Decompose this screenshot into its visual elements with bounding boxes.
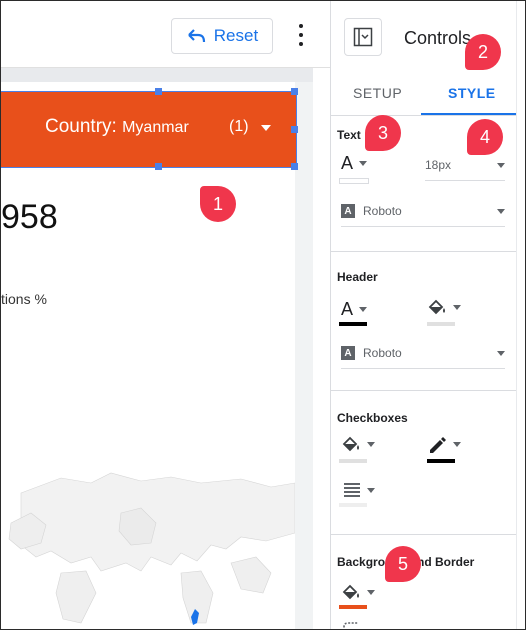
filter-count: (1) bbox=[229, 118, 249, 135]
chevron-down-icon bbox=[453, 304, 461, 310]
corner-radius-icon bbox=[343, 622, 358, 629]
filter-field: Country bbox=[45, 116, 112, 137]
header-style-section: Header A A Roboto bbox=[331, 252, 517, 391]
font-size-value: 18px bbox=[425, 158, 452, 172]
paint-bucket-icon bbox=[342, 584, 359, 600]
background-border-section: Background and Border bbox=[331, 535, 517, 629]
undo-icon bbox=[188, 29, 205, 43]
header-font-underline bbox=[341, 368, 505, 369]
font-color-icon: A bbox=[341, 153, 354, 173]
line-weight-icon bbox=[344, 483, 360, 497]
font-family-underline bbox=[341, 226, 505, 227]
chevron-down-icon bbox=[367, 441, 375, 447]
annotation-marker: 4 bbox=[467, 119, 503, 155]
font-icon: A bbox=[341, 204, 355, 218]
geo-map[interactable] bbox=[1, 453, 295, 629]
header-text-color-swatch bbox=[339, 322, 367, 326]
header-font-family-select[interactable]: A Roboto bbox=[341, 346, 505, 360]
more-options-icon[interactable] bbox=[293, 21, 309, 49]
reset-button[interactable]: Reset bbox=[171, 18, 273, 54]
font-size-underline bbox=[425, 180, 505, 181]
checkbox-line-style-picker[interactable] bbox=[343, 481, 375, 499]
chevron-down-icon bbox=[367, 589, 375, 595]
annotation-marker: 3 bbox=[365, 115, 401, 151]
font-family-select[interactable]: A Roboto bbox=[341, 204, 505, 218]
panel-tabs: SETUP STYLE bbox=[331, 73, 517, 116]
annotation-marker: 5 bbox=[385, 546, 421, 582]
checkboxes-style-section: Checkboxes bbox=[331, 391, 517, 535]
country-filter-control[interactable]: Country: Myanmar (1) bbox=[1, 91, 297, 168]
filter-dropdown-icon bbox=[261, 125, 271, 131]
border-radius-picker[interactable] bbox=[343, 621, 359, 629]
dropdown-control-icon bbox=[353, 27, 373, 47]
background-color-picker[interactable] bbox=[341, 583, 375, 601]
font-icon: A bbox=[341, 346, 355, 360]
checkbox-border-color-picker[interactable] bbox=[427, 435, 461, 453]
annotation-marker: 1 bbox=[200, 186, 236, 222]
resize-handle[interactable] bbox=[291, 88, 298, 95]
header-section-label: Header bbox=[337, 270, 378, 284]
control-type-icon[interactable] bbox=[344, 18, 382, 56]
active-tab-indicator bbox=[421, 113, 517, 115]
text-color-swatch bbox=[339, 178, 369, 184]
text-section-label: Text bbox=[337, 128, 361, 142]
resize-handle[interactable] bbox=[155, 88, 162, 95]
chevron-down-icon bbox=[497, 350, 505, 356]
pen-icon bbox=[430, 437, 446, 453]
resize-handle[interactable] bbox=[155, 163, 162, 170]
chevron-down-icon bbox=[497, 208, 505, 214]
paint-bucket-icon bbox=[342, 436, 359, 452]
chevron-down-icon bbox=[367, 487, 375, 493]
header-fill-color-picker[interactable] bbox=[427, 298, 461, 316]
header-text-color-picker[interactable]: A bbox=[341, 299, 368, 319]
chevron-down-icon bbox=[453, 441, 461, 447]
screenshot-frame: Reset Country: Myanmar (1) 958 tions % C… bbox=[0, 0, 526, 630]
panel-scrollbar[interactable] bbox=[516, 1, 525, 629]
scorecard-label: tions % bbox=[1, 291, 47, 307]
header-font-family-value: Roboto bbox=[363, 346, 402, 360]
filter-value: Myanmar bbox=[122, 119, 189, 136]
annotation-marker: 2 bbox=[465, 34, 501, 70]
panel-title: Controls bbox=[404, 28, 472, 48]
tab-setup[interactable]: SETUP bbox=[353, 85, 402, 101]
font-size-select[interactable]: 18px bbox=[425, 158, 505, 172]
checkboxes-section-label: Checkboxes bbox=[337, 411, 408, 425]
resize-handle[interactable] bbox=[291, 163, 298, 170]
canvas-scrollbar[interactable] bbox=[297, 82, 311, 629]
text-color-picker[interactable]: A bbox=[341, 153, 368, 173]
chevron-down-icon bbox=[359, 306, 368, 312]
filter-label: Country: Myanmar bbox=[45, 116, 189, 137]
world-map-graphic bbox=[1, 453, 295, 629]
resize-handle[interactable] bbox=[291, 126, 298, 133]
checkbox-line-swatch bbox=[339, 503, 367, 507]
header-fill-swatch bbox=[427, 322, 455, 326]
tab-style[interactable]: STYLE bbox=[448, 85, 496, 101]
reset-label: Reset bbox=[213, 26, 259, 45]
properties-panel: Controls SETUP STYLE Text A 18px A Robot… bbox=[330, 1, 517, 629]
checkbox-border-swatch bbox=[427, 459, 455, 463]
font-family-value: Roboto bbox=[363, 204, 402, 218]
scorecard-value: 958 bbox=[1, 198, 58, 236]
font-color-icon: A bbox=[341, 299, 354, 319]
chevron-down-icon bbox=[359, 160, 368, 166]
report-toolbar: Reset bbox=[1, 1, 330, 68]
checkbox-fill-swatch bbox=[339, 459, 367, 463]
chevron-down-icon bbox=[497, 162, 505, 168]
checkbox-fill-color-picker[interactable] bbox=[341, 435, 375, 453]
canvas-top-strip bbox=[1, 68, 313, 82]
background-color-swatch bbox=[339, 605, 367, 609]
paint-bucket-icon bbox=[428, 299, 445, 315]
